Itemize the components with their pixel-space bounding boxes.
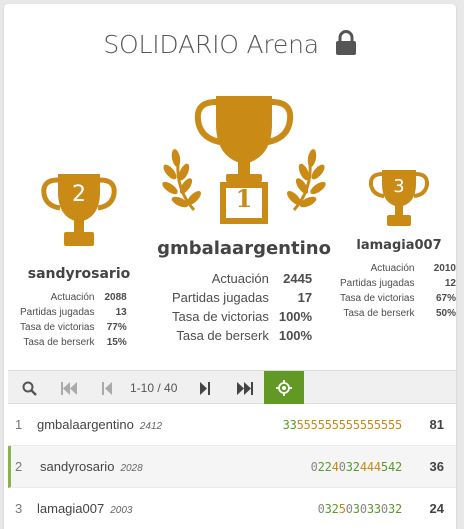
stat-value: 50% bbox=[435, 308, 456, 319]
podium-third: 3 lamagia007 Actuación 2010 Partidas juga… bbox=[340, 168, 456, 321]
podium-third-name[interactable]: lamagia007 bbox=[340, 238, 456, 253]
sheet-segment: 32 bbox=[387, 502, 402, 516]
sheet-segment: 0 bbox=[338, 460, 346, 474]
search-button[interactable] bbox=[12, 371, 46, 405]
score-sheet: 0224032444542 bbox=[310, 446, 403, 488]
stat-value: 67% bbox=[435, 293, 456, 304]
stat-value: 2010 bbox=[433, 263, 456, 274]
stat-label: Actuación bbox=[211, 271, 269, 286]
stat-value: 77% bbox=[106, 322, 127, 333]
player-name: lamagia007 bbox=[37, 501, 105, 516]
total-score: 36 bbox=[429, 459, 444, 474]
stat-label: Partidas jugadas bbox=[340, 278, 415, 289]
stat-value: 100% bbox=[278, 309, 313, 324]
stat-label: Partidas jugadas bbox=[20, 307, 95, 318]
podium-second: 2 sandyrosario Actuación 2088 Partidas ju… bbox=[14, 172, 144, 350]
arena-title: SOLIDARIO Arena bbox=[103, 30, 319, 59]
sheet-green: 33 bbox=[282, 418, 297, 432]
sheet-segment: 0 bbox=[359, 502, 367, 516]
podium-third-stats: Actuación 2010 Partidas jugadas 12 Tasa de… bbox=[340, 261, 456, 321]
search-icon bbox=[22, 381, 37, 396]
table-row[interactable]: 2 sandyrosario 2028 0224032444542 36 bbox=[8, 446, 456, 488]
sheet-segment: 3 bbox=[352, 502, 360, 516]
row-player[interactable]: lamagia007 2003 bbox=[37, 488, 132, 529]
sheet-segment: 0 bbox=[380, 502, 388, 516]
arena-card: SOLIDARIO Arena 1 gmbalaargentino Actuac… bbox=[4, 4, 456, 529]
table-row[interactable]: 3 lamagia007 2003 032503033032 24 bbox=[8, 488, 456, 529]
sheet-segment: 444 bbox=[359, 460, 381, 474]
stat-value: 2088 bbox=[104, 292, 127, 303]
page-title: SOLIDARIO Arena bbox=[4, 30, 456, 62]
stat-value: 13 bbox=[115, 307, 127, 318]
podium-first-stats: Actuación 2445 Partidas jugadas 17 Tasa de… bbox=[172, 269, 312, 345]
podium-second-stats: Actuación 2088 Partidas jugadas 13 Tasa de… bbox=[20, 290, 127, 350]
stat-value: 12 bbox=[444, 278, 456, 289]
row-player[interactable]: sandyrosario 2028 bbox=[40, 446, 143, 490]
sheet-segment: 542 bbox=[380, 460, 402, 474]
stat-label: Partidas jugadas bbox=[172, 290, 269, 305]
last-page-icon bbox=[237, 381, 253, 395]
rank-3-badge: 3 bbox=[393, 176, 405, 197]
sheet-orange: 555555555555555 bbox=[296, 418, 403, 432]
sheet-segment: 0 bbox=[310, 460, 318, 474]
rank-1-badge: 1 bbox=[235, 184, 253, 213]
score-sheet: 032503033032 bbox=[317, 488, 403, 529]
sheet-segment: 5 bbox=[338, 502, 346, 516]
crosshair-icon bbox=[276, 380, 292, 396]
pager-bar: 1-10 / 40 bbox=[8, 370, 456, 405]
sheet-segment: 33 bbox=[366, 502, 381, 516]
score-sheet: 33555555555555555 bbox=[282, 404, 403, 446]
first-page-icon bbox=[61, 381, 77, 395]
row-rank: 1 bbox=[15, 417, 23, 432]
row-rank: 3 bbox=[15, 501, 23, 516]
sheet-segment: 32 bbox=[345, 460, 360, 474]
sheet-segment: 4 bbox=[331, 460, 339, 474]
sheet-segment: 22 bbox=[317, 460, 332, 474]
player-name: gmbalaargentino bbox=[37, 417, 134, 432]
stat-label: Actuación bbox=[50, 292, 95, 303]
my-position-button[interactable] bbox=[264, 371, 304, 405]
next-page-button[interactable] bbox=[188, 371, 222, 405]
prev-page-button[interactable] bbox=[90, 371, 124, 405]
stat-label: Tasa de berserk bbox=[23, 337, 95, 348]
rank-2-badge: 2 bbox=[72, 182, 86, 207]
next-page-icon bbox=[200, 381, 210, 395]
lock-icon bbox=[335, 30, 357, 62]
table-row[interactable]: 1 gmbalaargentino 2412 33555555555555555 … bbox=[8, 404, 456, 446]
stat-label: Tasa de berserk bbox=[343, 308, 415, 319]
player-rating: 2028 bbox=[120, 463, 143, 474]
prev-page-icon bbox=[102, 381, 112, 395]
sheet-segment: 0 bbox=[317, 502, 325, 516]
first-page-button[interactable] bbox=[52, 371, 86, 405]
total-score: 81 bbox=[429, 417, 444, 432]
player-name: sandyrosario bbox=[40, 459, 115, 474]
stat-label: Tasa de victorias bbox=[340, 293, 415, 304]
podium-first-name[interactable]: gmbalaargentino bbox=[144, 238, 344, 259]
stat-label: Tasa de victorias bbox=[20, 322, 95, 333]
stat-label: Tasa de victorias bbox=[172, 309, 269, 324]
standings-table: 1 gmbalaargentino 2412 33555555555555555 … bbox=[8, 404, 456, 529]
total-score: 24 bbox=[429, 501, 444, 516]
stat-value: 17 bbox=[297, 290, 313, 305]
row-rank: 2 bbox=[15, 459, 23, 474]
player-rating: 2003 bbox=[110, 505, 133, 516]
podium-second-name[interactable]: sandyrosario bbox=[14, 266, 144, 282]
stat-value: 100% bbox=[278, 328, 313, 343]
stat-label: Actuación bbox=[370, 263, 415, 274]
page-info: 1-10 / 40 bbox=[130, 381, 178, 395]
sheet-segment: 32 bbox=[324, 502, 339, 516]
row-player[interactable]: gmbalaargentino 2412 bbox=[37, 404, 162, 448]
player-rating: 2412 bbox=[139, 421, 163, 432]
stat-value: 15% bbox=[106, 337, 127, 348]
stat-label: Tasa de berserk bbox=[176, 328, 269, 343]
podium-first: 1 gmbalaargentino Actuación 2445 Partidas… bbox=[154, 90, 334, 345]
sheet-segment: 0 bbox=[345, 502, 353, 516]
last-page-button[interactable] bbox=[228, 371, 262, 405]
stat-value: 2445 bbox=[283, 271, 313, 286]
